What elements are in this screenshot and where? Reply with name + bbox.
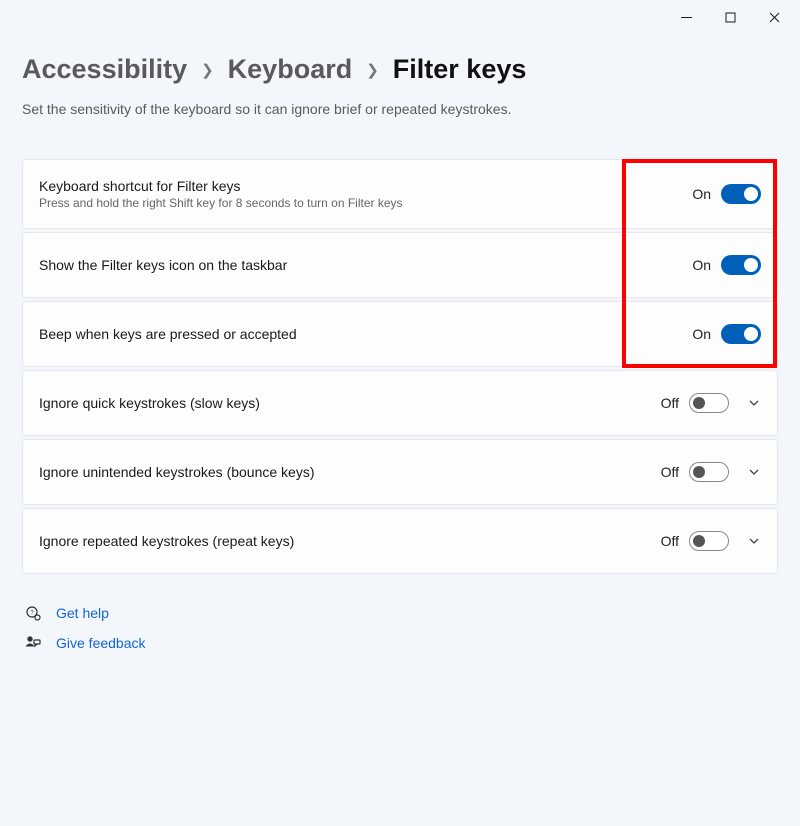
window-titlebar	[0, 0, 800, 34]
feedback-link-row: Give feedback	[24, 634, 778, 652]
toggle-switch[interactable]	[689, 531, 729, 551]
setting-title: Ignore quick keystrokes (slow keys)	[39, 395, 260, 411]
help-icon: ?	[24, 604, 42, 622]
toggle-switch[interactable]	[689, 462, 729, 482]
toggle-switch[interactable]	[689, 393, 729, 413]
minimize-button[interactable]	[664, 2, 708, 32]
setting-title: Beep when keys are pressed or accepted	[39, 326, 297, 342]
setting-row: Beep when keys are pressed or accepted On	[22, 301, 778, 367]
toggle-state-label: On	[692, 326, 711, 342]
setting-title: Keyboard shortcut for Filter keys	[39, 178, 403, 194]
toggle-switch[interactable]	[721, 184, 761, 204]
setting-row: Ignore quick keystrokes (slow keys) Off	[22, 370, 778, 436]
close-button[interactable]	[752, 2, 796, 32]
setting-subtitle: Press and hold the right Shift key for 8…	[39, 196, 403, 210]
chevron-down-icon[interactable]	[747, 534, 761, 548]
setting-title: Ignore unintended keystrokes (bounce key…	[39, 464, 315, 480]
chevron-down-icon[interactable]	[747, 396, 761, 410]
toggle-switch[interactable]	[721, 255, 761, 275]
toggle-state-label: On	[692, 186, 711, 202]
feedback-icon	[24, 634, 42, 652]
breadcrumb: Accessibility ❯ Keyboard ❯ Filter keys	[22, 54, 778, 85]
toggle-state-label: Off	[661, 533, 679, 549]
breadcrumb-keyboard[interactable]: Keyboard	[228, 54, 353, 85]
page-description: Set the sensitivity of the keyboard so i…	[22, 101, 778, 117]
chevron-right-icon: ❯	[201, 61, 214, 79]
breadcrumb-accessibility[interactable]: Accessibility	[22, 54, 187, 85]
toggle-state-label: On	[692, 257, 711, 273]
svg-text:?: ?	[30, 611, 34, 617]
get-help-link[interactable]: Get help	[56, 605, 109, 621]
setting-title: Show the Filter keys icon on the taskbar	[39, 257, 287, 273]
setting-row: Keyboard shortcut for Filter keys Press a…	[22, 159, 778, 229]
chevron-down-icon[interactable]	[747, 465, 761, 479]
breadcrumb-current: Filter keys	[393, 54, 527, 85]
toggle-switch[interactable]	[721, 324, 761, 344]
setting-row: Ignore repeated keystrokes (repeat keys)…	[22, 508, 778, 574]
toggle-state-label: Off	[661, 464, 679, 480]
help-link-row: ? Get help	[24, 604, 778, 622]
settings-list: Keyboard shortcut for Filter keys Press a…	[22, 159, 778, 574]
setting-title: Ignore repeated keystrokes (repeat keys)	[39, 533, 294, 549]
setting-row: Show the Filter keys icon on the taskbar…	[22, 232, 778, 298]
setting-row: Ignore unintended keystrokes (bounce key…	[22, 439, 778, 505]
toggle-state-label: Off	[661, 395, 679, 411]
give-feedback-link[interactable]: Give feedback	[56, 635, 146, 651]
chevron-right-icon: ❯	[366, 61, 379, 79]
maximize-button[interactable]	[708, 2, 752, 32]
